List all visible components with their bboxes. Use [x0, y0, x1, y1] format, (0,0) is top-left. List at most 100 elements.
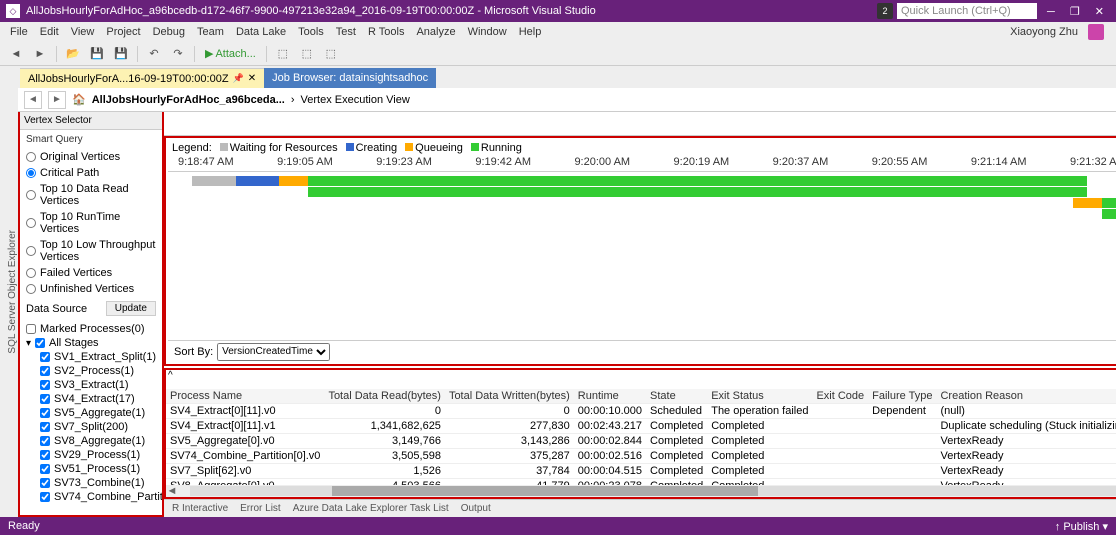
smart-query-label: Smart Query — [20, 130, 162, 149]
save-all-icon[interactable]: 💾 — [111, 45, 131, 63]
col-header[interactable]: Process Name — [166, 389, 324, 404]
step-icon[interactable]: ⬚ — [273, 45, 293, 63]
document-tabs: AllJobsHourlyForA...16-09-19T00:00:00Z 📌… — [18, 66, 1116, 88]
menu-item[interactable]: View — [65, 26, 101, 38]
process-table: Process NameTotal Data Read(bytes)Total … — [166, 389, 1116, 485]
col-header[interactable]: Exit Code — [812, 389, 868, 404]
stage-check[interactable] — [40, 422, 50, 432]
close-button[interactable]: ✕ — [1089, 6, 1110, 18]
publish-button[interactable]: ↑ Publish ▾ — [1055, 520, 1108, 533]
nav-fwd-icon[interactable]: ► — [30, 45, 50, 63]
stage-check[interactable] — [40, 408, 50, 418]
radio-option[interactable] — [26, 218, 36, 228]
tool-tab[interactable]: Output — [461, 503, 491, 514]
notification-flag-icon[interactable]: 2 — [877, 3, 893, 19]
panel-header: Vertex Selector — [20, 112, 162, 130]
tool-tab[interactable]: Error List — [240, 503, 281, 514]
radio-option[interactable] — [26, 152, 36, 162]
doc-tab-active[interactable]: AllJobsHourlyForA...16-09-19T00:00:00Z 📌… — [20, 68, 264, 88]
col-header[interactable]: Exit Status — [707, 389, 812, 404]
redo-icon[interactable]: ↷ — [168, 45, 188, 63]
window-title: AllJobsHourlyForAdHoc_a96bcedb-d172-46f7… — [26, 5, 877, 17]
status-bar: Ready ↑ Publish ▾ — [0, 517, 1116, 535]
stage-check[interactable] — [40, 492, 50, 502]
expand-icon[interactable]: ^ — [168, 370, 173, 381]
menu-item[interactable]: Test — [330, 26, 362, 38]
avatar[interactable] — [1088, 24, 1104, 40]
table-row[interactable]: SV5_Aggregate[0].v03,149,7663,143,28600:… — [166, 434, 1116, 449]
sort-by-select[interactable]: VersionCreatedTime — [217, 343, 330, 361]
radio-option[interactable] — [26, 168, 36, 178]
menu-item[interactable]: Project — [100, 26, 146, 38]
col-header[interactable]: Creation Reason — [936, 389, 1116, 404]
bottom-tool-tabs: R Interactive Error List Azure Data Lake… — [164, 499, 1116, 517]
tool-tab[interactable]: R Interactive — [172, 503, 228, 514]
stage-check[interactable] — [40, 352, 50, 362]
radio-option[interactable] — [26, 190, 36, 200]
stage-check[interactable] — [40, 366, 50, 376]
marked-check[interactable] — [26, 324, 36, 334]
menu-item[interactable]: R Tools — [362, 26, 410, 38]
menu-item[interactable]: Window — [462, 26, 513, 38]
col-header[interactable]: Total Data Read(bytes) — [324, 389, 445, 404]
stage-check[interactable] — [40, 394, 50, 404]
pin-icon[interactable]: 📌 — [233, 73, 244, 84]
breadcrumb-item[interactable]: AllJobsHourlyForAdHoc_a96bceda... — [92, 94, 285, 106]
fwd-icon[interactable]: ► — [48, 91, 66, 109]
table-row[interactable]: SV7_Split[62].v01,52637,78400:00:04.515C… — [166, 464, 1116, 479]
radio-option[interactable] — [26, 268, 36, 278]
menu-item[interactable]: Help — [513, 26, 548, 38]
home-icon[interactable]: 🏠 — [72, 93, 86, 106]
user-name[interactable]: Xiaoyong Zhu — [1004, 26, 1084, 38]
step-icon[interactable]: ⬚ — [297, 45, 317, 63]
quick-launch-input[interactable]: Quick Launch (Ctrl+Q) — [897, 3, 1037, 19]
breadcrumb-item: Vertex Execution View — [301, 94, 410, 106]
radio-option[interactable] — [26, 284, 36, 294]
attach-button[interactable]: ▶ Attach... — [201, 47, 260, 60]
col-header[interactable]: Total Data Written(bytes) — [445, 389, 574, 404]
table-row[interactable]: SV4_Extract[0][11].v00000:00:10.000Sched… — [166, 404, 1116, 419]
stage-check[interactable] — [40, 436, 50, 446]
all-stages-check[interactable] — [35, 338, 45, 348]
tool-tab[interactable]: Azure Data Lake Explorer Task List — [293, 503, 449, 514]
process-table-panel: ^ Save as Csv File Process NameTotal Dat… — [164, 368, 1116, 499]
minimize-button[interactable]: ─ — [1041, 6, 1061, 18]
radio-option[interactable] — [26, 246, 36, 256]
open-icon[interactable]: 📂 — [63, 45, 83, 63]
vs-logo-icon: ◇ — [6, 4, 20, 18]
menu-item[interactable]: Edit — [34, 26, 65, 38]
nav-back-icon[interactable]: ◄ — [6, 45, 26, 63]
col-header[interactable]: Runtime — [574, 389, 646, 404]
table-row[interactable]: SV4_Extract[0][11].v11,341,682,625277,83… — [166, 419, 1116, 434]
menu-item[interactable]: Data Lake — [230, 26, 292, 38]
menu-item[interactable]: Analyze — [410, 26, 461, 38]
doc-tab[interactable]: Job Browser: datainsightsadhoc — [264, 68, 436, 88]
stage-check[interactable] — [40, 380, 50, 390]
step-icon[interactable]: ⬚ — [321, 45, 341, 63]
col-header[interactable]: Failure Type — [868, 389, 936, 404]
menu-item[interactable]: Debug — [147, 26, 191, 38]
stage-check[interactable] — [40, 478, 50, 488]
h-scrollbar[interactable]: ◄► — [166, 485, 1116, 497]
col-header[interactable]: State — [646, 389, 707, 404]
data-source-label: Data Source — [26, 303, 87, 315]
menu-item[interactable]: Team — [191, 26, 230, 38]
back-icon[interactable]: ◄ — [24, 91, 42, 109]
gantt-chart: ^ Legend: Waiting for Resources Creating… — [164, 136, 1116, 366]
undo-icon[interactable]: ↶ — [144, 45, 164, 63]
status-left: Ready — [8, 520, 40, 532]
save-icon[interactable]: 💾 — [87, 45, 107, 63]
menu-item[interactable]: Tools — [292, 26, 330, 38]
toolbar: ◄ ► 📂 💾 💾 ↶ ↷ ▶ Attach... ⬚ ⬚ ⬚ — [0, 42, 1116, 66]
stage-check[interactable] — [40, 450, 50, 460]
table-row[interactable]: SV74_Combine_Partition[0].v03,505,598375… — [166, 449, 1116, 464]
vertex-selector-panel: Vertex Selector Smart Query Original Ver… — [18, 112, 164, 517]
left-tool-tabs: SQL Server Object Explorer Cloud Explore… — [0, 66, 18, 517]
menu-item[interactable]: File — [4, 26, 34, 38]
restore-button[interactable]: ❐ — [1064, 6, 1086, 18]
menu-bar: File Edit View Project Debug Team Data L… — [0, 22, 1116, 42]
stage-check[interactable] — [40, 464, 50, 474]
close-tab-icon[interactable]: ✕ — [248, 73, 256, 84]
update-button[interactable]: Update — [106, 301, 156, 316]
side-tab[interactable]: SQL Server Object Explorer — [7, 226, 18, 358]
